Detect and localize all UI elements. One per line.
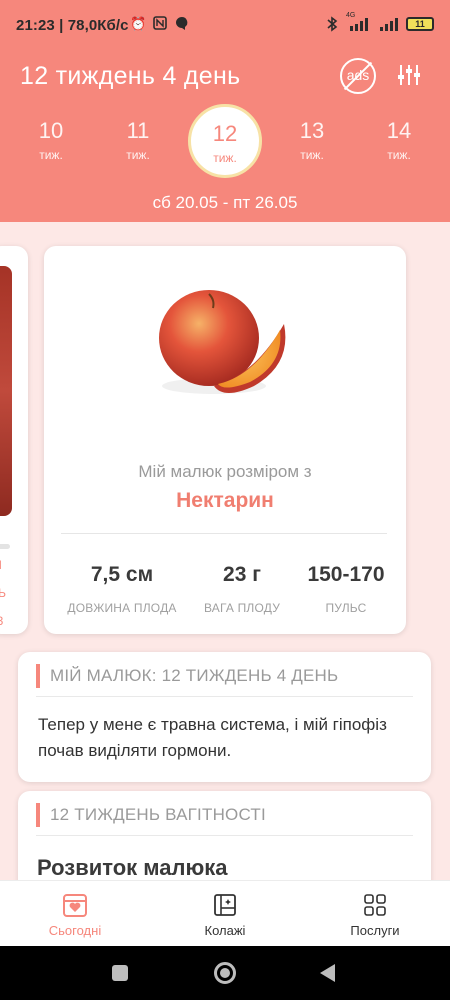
- previous-card-bar: [0, 544, 10, 549]
- bottom-navigation: Сьогодні Колажі Послуги: [0, 880, 450, 946]
- tab-label: Сьогодні: [48, 923, 102, 938]
- metric-weight: 23 г ВАГА ПЛОДУ: [186, 563, 298, 615]
- metric-pulse: 150-170 ПУЛЬС: [298, 563, 394, 615]
- status-time: 21:23 | 78,0Кб/с: [16, 17, 129, 34]
- home-icon[interactable]: [214, 962, 236, 984]
- calendar-heart-icon: [62, 892, 88, 918]
- fruit-name: Нектарин: [176, 489, 274, 512]
- divider: [61, 533, 387, 534]
- week-number: 14: [386, 118, 412, 143]
- week-10[interactable]: 10 тиж.: [14, 104, 88, 178]
- metric-value: 150-170: [307, 563, 385, 586]
- week-label: тиж.: [39, 148, 63, 162]
- week-number: 13: [299, 118, 325, 143]
- status-left-icons: ⏰: [130, 16, 190, 32]
- metric-label: ДОВЖИНА ПЛОДА: [67, 601, 177, 615]
- week-14[interactable]: 14 тиж.: [362, 104, 436, 178]
- metric-label: ВАГА ПЛОДУ: [203, 601, 281, 615]
- previous-day-card[interactable]: НІ ДЬ 23: [0, 246, 28, 634]
- previous-card-text: ДЬ: [0, 586, 7, 600]
- remove-ads-button[interactable]: ads: [340, 58, 376, 94]
- tab-label: Послуги: [350, 923, 400, 938]
- metric-label: ПУЛЬС: [325, 601, 367, 615]
- week-label: тиж.: [126, 148, 150, 162]
- network-type: 4G: [346, 12, 356, 19]
- signal-icon: 4G: [346, 12, 372, 32]
- baby-info-card[interactable]: МІЙ МАЛЮК: 12 ТИЖДЕНЬ 4 ДЕНЬ Тепер у мен…: [18, 652, 431, 782]
- tab-label: Колажі: [204, 923, 246, 938]
- collage-icon: [212, 892, 238, 918]
- week-number: 12: [212, 121, 238, 146]
- previous-card-text: 23: [0, 614, 4, 628]
- week-selector: 10 тиж. 11 тиж. 12 тиж. 13 тиж. 14 тиж.: [0, 104, 450, 184]
- battery-icon: 11: [406, 17, 434, 31]
- nectarine-image: [154, 286, 294, 406]
- card-subheading: Розвиток малюка: [37, 855, 228, 880]
- week-12-selected[interactable]: 12 тиж.: [188, 104, 262, 178]
- week-header: 12 тиждень 4 день ads 10 тиж. 11 тиж. 12…: [0, 52, 450, 222]
- card-heading: 12 ТИЖДЕНЬ ВАГІТНОСТІ: [36, 803, 266, 827]
- back-icon[interactable]: [320, 964, 335, 982]
- tab-collages[interactable]: Колажі: [150, 881, 300, 947]
- baby-size-card[interactable]: Мій малюк розміром з Нектарин 7,5 см ДОВ…: [44, 246, 406, 634]
- week-number: 11: [126, 118, 150, 143]
- grid-icon: [362, 892, 388, 918]
- card-text: Тепер у мене є травна система, і мій гіп…: [38, 715, 387, 760]
- wifi-signal-icon: [378, 16, 400, 32]
- status-right-icons: 4G 11: [324, 12, 434, 32]
- nfc-icon: [152, 16, 168, 32]
- tab-today[interactable]: Сьогодні: [0, 881, 150, 947]
- system-navigation-bar: [0, 946, 450, 1000]
- week-label: тиж.: [300, 148, 324, 162]
- alarm-icon: ⏰: [130, 16, 147, 31]
- week-label: тиж.: [387, 148, 411, 162]
- week-11[interactable]: 11 тиж.: [101, 104, 175, 178]
- week-number: 10: [38, 118, 64, 143]
- metric-value: 23 г: [223, 563, 261, 586]
- card-heading: МІЙ МАЛЮК: 12 ТИЖДЕНЬ 4 ДЕНЬ: [36, 664, 338, 688]
- status-bar: 21:23 | 78,0Кб/с ⏰ 4G 11: [0, 0, 450, 52]
- divider: [36, 835, 413, 836]
- recent-apps-icon[interactable]: [112, 965, 128, 981]
- previous-fruit-image: [0, 266, 12, 516]
- previous-card-text: НІ: [0, 558, 2, 572]
- tab-services[interactable]: Послуги: [300, 881, 450, 947]
- metric-value: 7,5 см: [90, 563, 154, 586]
- divider: [36, 696, 413, 697]
- bluetooth-icon: [324, 16, 340, 32]
- ads-label: ads: [346, 67, 370, 83]
- week-13[interactable]: 13 тиж.: [275, 104, 349, 178]
- week-label: тиж.: [213, 151, 237, 165]
- metric-length: 7,5 см ДОВЖИНА ПЛОДА: [58, 563, 186, 615]
- size-caption: Мій малюк розміром з: [138, 462, 312, 481]
- settings-sliders-icon[interactable]: [396, 62, 422, 88]
- date-range: сб 20.05 - пт 26.05: [152, 193, 298, 212]
- page-title: 12 тиждень 4 день: [20, 62, 241, 90]
- messenger-icon: [174, 16, 190, 32]
